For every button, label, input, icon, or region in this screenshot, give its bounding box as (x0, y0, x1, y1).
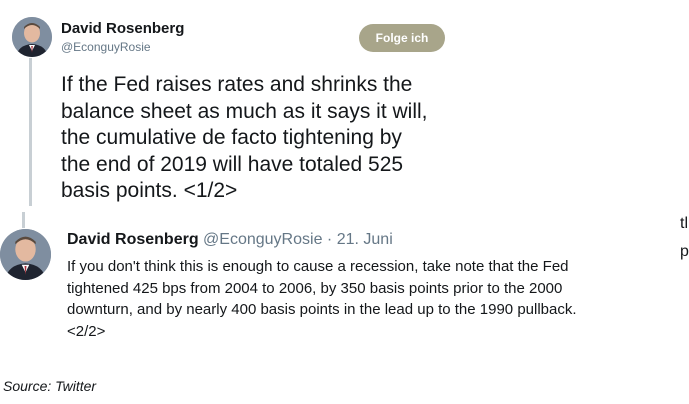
reply-author-name[interactable]: David Rosenberg (67, 231, 199, 248)
reply-text-line: <2/2> (67, 322, 106, 340)
reply-header: David Rosenberg @EconguyRosie · 21. Juni (67, 231, 393, 249)
reply-text-line: tightened 425 bps from 2004 to 2006, by … (67, 279, 563, 297)
tweet-text: If the Fed raises rates and shrinks the … (61, 72, 461, 205)
reply-author-handle[interactable]: @EconguyRosie (203, 231, 322, 248)
reply-text-line: downturn, and by nearly 400 basis points… (67, 301, 577, 318)
thread-connector-line-lower (22, 212, 25, 228)
avatar-portrait-icon (0, 229, 51, 280)
reply-timestamp[interactable]: 21. Juni (337, 231, 393, 248)
source-caption: Source: Twitter (3, 378, 97, 394)
cropped-text-fragment: tl (680, 215, 688, 232)
tweet-text-line: balance sheet as much as it says it will… (61, 99, 428, 123)
tweet-text-line: basis points. <1/2> (61, 179, 238, 202)
cropped-text-fragment: p (680, 243, 689, 260)
tweet-text-line: the cumulative de facto tightening by (61, 126, 402, 149)
author-avatar[interactable] (12, 17, 52, 57)
thread-connector-line (29, 58, 32, 206)
header-separator: · (326, 231, 333, 248)
tweet-text-line: the end of 2019 will have totaled 525 (61, 152, 404, 176)
author-name[interactable]: David Rosenberg (61, 20, 184, 37)
tweet-text-line: If the Fed raises rates and shrinks the (61, 73, 413, 96)
author-handle[interactable]: @EconguyRosie (61, 40, 151, 54)
follow-button[interactable]: Folge ich (359, 24, 445, 52)
reply-text-line: If you don't think this is enough to cau… (67, 258, 569, 275)
reply-author-avatar[interactable] (0, 229, 51, 280)
reply-text: If you don't think this is enough to cau… (67, 256, 667, 342)
avatar-portrait-icon (12, 17, 52, 57)
